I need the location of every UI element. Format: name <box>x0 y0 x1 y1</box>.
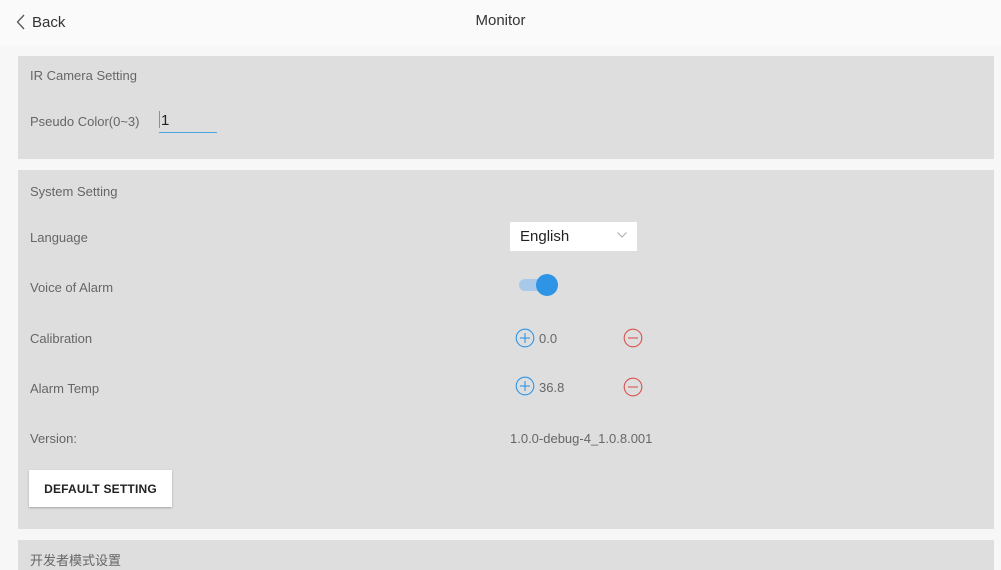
language-select[interactable]: English <box>510 222 637 251</box>
pseudo-color-input[interactable] <box>159 108 217 133</box>
alarm-temp-label: Alarm Temp <box>30 381 100 396</box>
pseudo-color-label: Pseudo Color(0~3) <box>30 114 140 129</box>
language-selected-value: English <box>520 228 570 245</box>
developer-mode-panel: 开发者模式设置 <box>18 540 994 570</box>
version-label: Version: <box>30 431 77 446</box>
top-bar: Back Monitor <box>0 0 1001 46</box>
calibration-label: Calibration <box>30 331 93 346</box>
plus-circle-icon[interactable] <box>515 376 535 396</box>
ir-camera-section-title: IR Camera Setting <box>30 68 137 83</box>
voice-of-alarm-toggle[interactable] <box>517 274 558 296</box>
chevron-down-icon <box>617 232 627 238</box>
plus-circle-icon[interactable] <box>515 328 535 348</box>
system-setting-panel: System Setting Language English Voice of… <box>18 170 994 529</box>
ir-camera-panel: IR Camera Setting Pseudo Color(0~3) <box>18 56 994 159</box>
toggle-knob <box>536 274 558 296</box>
calibration-value: 0.0 <box>539 331 558 346</box>
text-caret <box>159 111 160 128</box>
language-label: Language <box>30 230 88 245</box>
version-value: 1.0.0-debug-4_1.0.8.001 <box>510 431 653 446</box>
minus-circle-icon[interactable] <box>623 328 643 348</box>
default-setting-button[interactable]: DEFAULT SETTING <box>29 470 172 507</box>
system-section-title: System Setting <box>30 184 118 199</box>
voice-of-alarm-label: Voice of Alarm <box>30 280 114 295</box>
developer-section-title: 开发者模式设置 <box>30 553 122 568</box>
alarm-temp-value: 36.8 <box>539 380 565 395</box>
minus-circle-icon[interactable] <box>623 377 643 397</box>
page-title: Monitor <box>475 12 526 29</box>
